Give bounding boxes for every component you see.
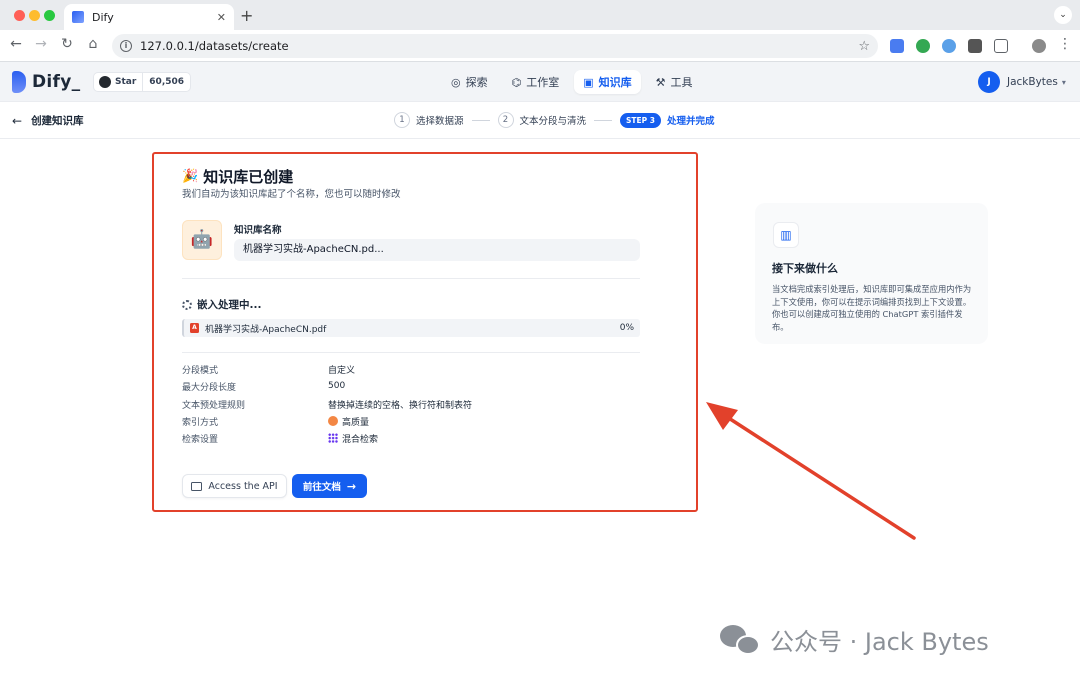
extensions-puzzle-icon[interactable] bbox=[994, 39, 1008, 53]
step-divider bbox=[594, 119, 613, 121]
profile-icon[interactable] bbox=[1032, 39, 1046, 53]
url-text[interactable]: 127.0.0.1/datasets/create bbox=[140, 39, 858, 53]
file-progress-row: A 机器学习实战-ApacheCN.pdf 0% bbox=[182, 319, 640, 337]
nav-knowledge[interactable]: ▣ 知识库 bbox=[574, 70, 641, 94]
nav-tools[interactable]: ⚒ 工具 bbox=[647, 70, 702, 94]
home-icon[interactable]: ⌂ bbox=[83, 36, 103, 52]
compass-icon: ◎ bbox=[451, 75, 461, 89]
terminal-icon bbox=[191, 481, 203, 491]
step-1-label: 选择数据源 bbox=[416, 116, 464, 127]
hammer-icon: ⚒ bbox=[655, 75, 666, 89]
chevron-down-icon: ▾ bbox=[1061, 77, 1066, 87]
tab-search-icon[interactable]: ⌄ bbox=[1054, 6, 1072, 24]
step-2-number: 2 bbox=[497, 112, 514, 128]
bookmark-star-icon[interactable]: ☆ bbox=[858, 39, 870, 54]
pdf-file-icon: A bbox=[190, 323, 199, 333]
github-star-button[interactable]: Star 60,506 bbox=[93, 72, 192, 92]
nav-studio[interactable]: ⌬ 工作室 bbox=[503, 70, 569, 94]
translate-extension-icon[interactable] bbox=[890, 39, 904, 53]
open-book-icon: ▥ bbox=[773, 222, 799, 248]
info-row-retrieval-settings: 检索设置 混合检索 bbox=[182, 433, 379, 445]
back-arrow-icon[interactable]: ← bbox=[6, 36, 26, 52]
arrow-right-icon: → bbox=[346, 479, 357, 493]
book-icon: ▣ bbox=[583, 75, 594, 89]
stepper: 1 选择数据源 2 文本分段与清洗 STEP 3 处理并完成 bbox=[394, 112, 715, 128]
page-title: 🎉 知识库已创建 bbox=[182, 168, 294, 186]
file-progress: 0% bbox=[619, 323, 634, 333]
back-label: 创建知识库 bbox=[31, 115, 84, 127]
reload-icon[interactable]: ↻ bbox=[57, 36, 77, 52]
next-steps-title: 接下来做什么 bbox=[772, 262, 838, 275]
more-menu-icon[interactable]: ⋮ bbox=[1055, 36, 1075, 52]
arrow-left-icon: ← bbox=[12, 113, 23, 128]
info-row-max-length: 最大分段长度 500 bbox=[182, 381, 346, 393]
main-nav: ◎ 探索 ⌬ 工作室 ▣ 知识库 ⚒ 工具 bbox=[442, 70, 708, 94]
section-divider bbox=[182, 278, 640, 279]
next-steps-text: 当文档完成索引处理后，知识库即可集成至应用内作为上下文使用，你可以在提示词编排页… bbox=[772, 284, 972, 332]
dify-favicon-icon bbox=[72, 11, 84, 23]
step-1-number: 1 bbox=[394, 112, 410, 128]
loading-spinner-icon bbox=[182, 299, 192, 310]
extension-dark-icon[interactable] bbox=[968, 39, 982, 53]
dify-logo-icon bbox=[12, 71, 26, 93]
party-popper-icon: 🎉 bbox=[182, 169, 199, 184]
github-star-count: 60,506 bbox=[149, 77, 185, 87]
step-3-label: 处理并完成 bbox=[667, 116, 715, 127]
wechat-icon bbox=[720, 623, 762, 657]
nav-explore[interactable]: ◎ 探索 bbox=[442, 70, 497, 94]
page-subtitle: 我们自动为该知识库起了个名称，您也可以随时修改 bbox=[182, 189, 401, 200]
step-2-label: 文本分段与清洗 bbox=[519, 116, 587, 127]
info-row-preprocess-rules: 文本预处理规则 替换掉连续的空格、换行符和制表符 bbox=[182, 400, 473, 411]
knowledge-base-robot-icon[interactable]: 🤖 bbox=[182, 220, 222, 260]
back-button[interactable]: ← 创建知识库 bbox=[12, 113, 84, 128]
create-dataset-header: ← 创建知识库 1 选择数据源 2 文本分段与清洗 STEP 3 处理并完成 bbox=[0, 102, 1080, 139]
address-bar[interactable]: i 127.0.0.1/datasets/create ☆ bbox=[112, 34, 878, 58]
avatar: J bbox=[978, 71, 1000, 93]
go-to-documents-button[interactable]: 前往文档 → bbox=[292, 474, 367, 498]
browser-tab[interactable]: Dify ✕ bbox=[64, 4, 234, 30]
close-tab-icon[interactable]: ✕ bbox=[217, 11, 226, 24]
access-api-button[interactable]: Access the API bbox=[182, 474, 287, 498]
wechat-watermark: 公众号 · Jack Bytes bbox=[720, 622, 989, 657]
next-steps-panel: ▥ 接下来做什么 当文档完成索引处理后，知识库即可集成至应用内作为上下文使用，你… bbox=[755, 203, 988, 344]
tab-title: Dify bbox=[92, 10, 114, 24]
app-header: Dify_ Star 60,506 ◎ 探索 ⌬ 工作室 ▣ 知识库 ⚒ 工具 … bbox=[0, 62, 1080, 102]
high-quality-icon bbox=[328, 416, 338, 426]
info-row-index-method: 索引方式 高质量 bbox=[182, 416, 370, 428]
dify-logo[interactable]: Dify_ bbox=[12, 71, 80, 93]
forward-arrow-icon[interactable]: → bbox=[31, 36, 51, 52]
cloud-extension-icon[interactable] bbox=[942, 39, 956, 53]
user-menu[interactable]: J JackBytes ▾ bbox=[978, 71, 1066, 93]
user-name: JackBytes bbox=[1007, 76, 1058, 88]
step-divider bbox=[471, 119, 490, 121]
browser-toolbar: ← → ↻ ⌂ i 127.0.0.1/datasets/create ☆ ⋮ bbox=[0, 30, 1080, 62]
section-divider bbox=[182, 352, 640, 353]
minimize-window-button[interactable] bbox=[29, 10, 40, 21]
maximize-window-button[interactable] bbox=[44, 10, 55, 21]
site-info-icon[interactable]: i bbox=[120, 40, 132, 52]
hybrid-search-icon bbox=[328, 433, 338, 443]
new-tab-button[interactable]: + bbox=[240, 6, 253, 25]
kb-name-input[interactable]: 机器学习实战-ApacheCN.pd... bbox=[234, 239, 640, 261]
info-row-segment-mode: 分段模式 自定义 bbox=[182, 365, 356, 376]
robot-icon: ⌬ bbox=[511, 75, 522, 89]
close-window-button[interactable] bbox=[14, 10, 25, 21]
embedding-status: 嵌入处理中... bbox=[182, 297, 261, 312]
github-star-label: Star bbox=[115, 73, 144, 91]
file-name: 机器学习实战-ApacheCN.pdf bbox=[205, 324, 327, 335]
kb-name-label: 知识库名称 bbox=[234, 225, 282, 236]
step-3-badge: STEP 3 bbox=[620, 112, 661, 128]
extension-green-icon[interactable] bbox=[916, 39, 930, 53]
github-icon bbox=[99, 76, 111, 88]
browser-tabstrip: Dify ✕ + ⌄ bbox=[0, 0, 1080, 30]
